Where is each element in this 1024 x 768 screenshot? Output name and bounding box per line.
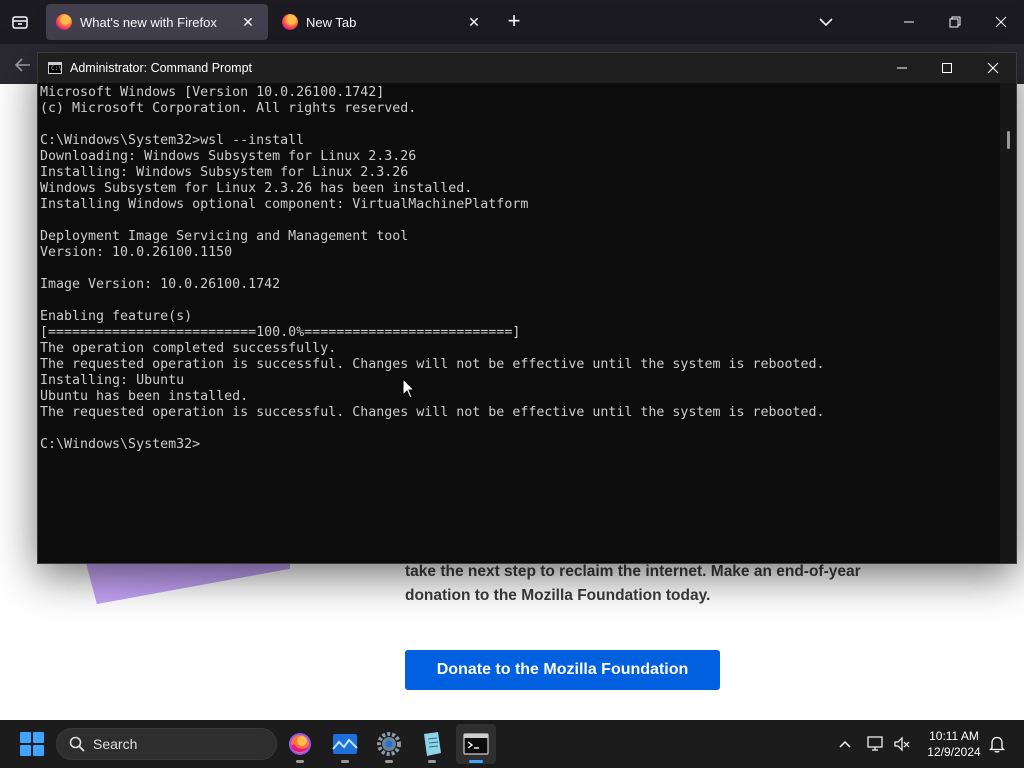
back-arrow-icon[interactable] <box>12 54 34 76</box>
cmd-app-icon: C:\ <box>48 62 62 74</box>
console-line: Enabling feature(s) <box>40 309 193 324</box>
command-prompt-window[interactable]: C:\ Administrator: Command Prompt Micros… <box>37 52 1017 564</box>
notepad-icon[interactable] <box>412 724 452 764</box>
console-line: Deployment Image Servicing and Managemen… <box>40 229 409 244</box>
terminal-icon[interactable] <box>456 724 496 764</box>
console-line: Downloading: Windows Subsystem for Linux… <box>40 149 417 164</box>
search-icon <box>69 736 85 752</box>
console-line: Windows Subsystem for Linux 2.3.26 has b… <box>40 181 473 196</box>
console-line: (c) Microsoft Corporation. All rights re… <box>40 101 417 116</box>
minimize-icon[interactable] <box>886 0 932 44</box>
taskbar-clock[interactable]: 10:11 AM 12/9/2024 <box>918 728 990 760</box>
tab-title: What's new with Firefox <box>80 14 217 30</box>
clock-date: 12/9/2024 <box>927 745 981 759</box>
mouse-pointer-icon <box>402 377 416 400</box>
taskbar-search[interactable]: Search <box>56 728 277 760</box>
console-line: C:\Windows\System32> <box>40 437 201 452</box>
console-line: Image Version: 10.0.26100.1742 <box>40 277 281 292</box>
firefox-favicon-icon <box>282 14 298 30</box>
firefox-tab-bar: What's new with Firefox ✕ New Tab ✕ + <box>0 0 1024 44</box>
donate-paragraph: take the next step to reclaim the intern… <box>405 563 861 604</box>
restore-icon[interactable] <box>932 0 978 44</box>
console-line: The requested operation is successful. C… <box>40 405 825 420</box>
clock-time: 10:11 AM <box>929 729 979 743</box>
close-icon[interactable]: ✕ <box>464 12 484 32</box>
firefox-icon[interactable] <box>280 724 320 764</box>
tab-whats-new[interactable]: What's new with Firefox ✕ <box>46 4 268 40</box>
photos-icon[interactable] <box>325 724 365 764</box>
scrollbar-thumb[interactable] <box>1007 131 1010 149</box>
console-line: C:\Windows\System32>wsl --install <box>40 133 305 148</box>
console-line: Installing: Windows Subsystem for Linux … <box>40 165 409 180</box>
scrollbar[interactable] <box>1000 83 1016 563</box>
tab-new-tab[interactable]: New Tab ✕ <box>272 4 494 40</box>
chevron-up-icon[interactable] <box>833 732 857 756</box>
cmd-title-bar[interactable]: C:\ Administrator: Command Prompt <box>38 53 1016 83</box>
taskbar: Search 10:11 AM 12/9/2024 <box>0 720 1024 768</box>
donate-button[interactable]: Donate to the Mozilla Foundation <box>405 650 720 690</box>
close-icon[interactable] <box>978 0 1024 44</box>
volume-muted-icon[interactable] <box>890 732 914 756</box>
close-icon[interactable]: ✕ <box>238 12 258 32</box>
tab-title: New Tab <box>306 14 357 30</box>
console-output[interactable]: Microsoft Windows [Version 10.0.26100.17… <box>38 83 1000 563</box>
close-icon[interactable] <box>970 53 1016 83</box>
console-line: The operation completed successfully. <box>40 341 337 356</box>
console-line: Version: 10.0.26100.1150 <box>40 245 233 260</box>
console-line: Installing: Ubuntu <box>40 373 185 388</box>
windows-start-icon[interactable] <box>20 732 44 756</box>
console-line: Installing Windows optional component: V… <box>40 197 529 212</box>
maximize-icon[interactable] <box>924 53 970 83</box>
firefox-favicon-icon <box>56 14 72 30</box>
list-all-tabs-icon[interactable] <box>8 10 32 34</box>
console-line: Ubuntu has been installed. <box>40 389 249 404</box>
minimize-icon[interactable] <box>879 53 925 83</box>
chevron-down-icon[interactable] <box>814 12 838 32</box>
search-label: Search <box>93 736 138 752</box>
network-icon[interactable] <box>864 732 888 756</box>
console-line: The requested operation is successful. C… <box>40 357 825 372</box>
settings-icon[interactable] <box>369 724 409 764</box>
console-line: Microsoft Windows [Version 10.0.26100.17… <box>40 85 385 100</box>
new-tab-plus-icon[interactable]: + <box>502 10 526 34</box>
window-title: Administrator: Command Prompt <box>70 61 253 75</box>
console-line: [==========================100.0%=======… <box>40 325 521 340</box>
notification-bell-icon[interactable] <box>985 732 1009 756</box>
